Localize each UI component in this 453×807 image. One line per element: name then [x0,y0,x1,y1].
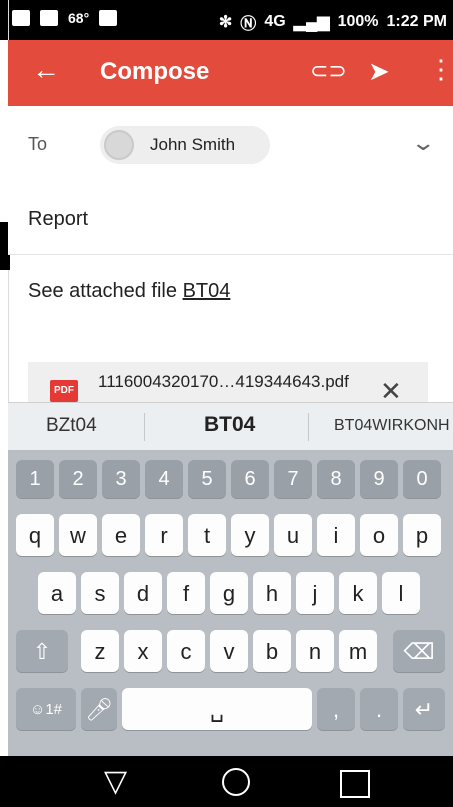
microphone-key-icon[interactable]: 🎤︎ [81,688,117,730]
symbols-key[interactable]: ☺1# [16,688,76,730]
period-key[interactable]: . [360,688,398,730]
key-4[interactable]: 4 [145,460,183,498]
key-d[interactable]: d [124,572,162,614]
body-text: See attached file [28,280,183,302]
key-x[interactable]: x [124,630,162,672]
send-icon[interactable]: ➤ [368,56,390,87]
key-h[interactable]: h [253,572,291,614]
nfc-icon: Ⓝ [240,16,257,33]
key-b[interactable]: b [253,630,291,672]
divider [308,413,309,441]
key-y[interactable]: y [231,514,269,556]
image-notification-icon [40,10,58,26]
key-3[interactable]: 3 [102,460,140,498]
status-right: ✻ Ⓝ 4G ▂▄▆ 100% 1:22 PM [219,10,447,34]
key-8[interactable]: 8 [317,460,355,498]
shift-key-icon[interactable]: ⇧ [16,630,68,672]
backspace-key-icon[interactable]: ⌫ [393,630,445,672]
key-m[interactable]: m [339,630,377,672]
key-o[interactable]: o [360,514,398,556]
attachment-name: 1116004320170…419344643.pdf [98,372,349,391]
keyboard: 1 2 3 4 5 6 7 8 9 0 q w e r t y u i o p … [8,450,453,756]
nav-recents-icon[interactable] [340,770,370,798]
to-label: To [28,134,48,154]
suggestion-bar: BZt04 BT04 BT04WIRKONH [8,402,453,451]
paperclip-icon[interactable]: ⊂⊃ [310,58,347,84]
to-row[interactable]: To John Smith ⌄ [8,106,453,185]
space-key[interactable]: ␣ [122,688,312,730]
comma-key[interactable]: , [317,688,355,730]
clock: 1:22 PM [386,13,447,30]
key-e[interactable]: e [102,514,140,556]
gmail-notification-icon [12,10,30,26]
key-i[interactable]: i [317,514,355,556]
subject-field[interactable]: Report [8,184,453,255]
nav-home-icon[interactable] [222,768,250,796]
recipient-name: John Smith [150,135,236,154]
avatar [104,130,134,160]
key-z[interactable]: z [81,630,119,672]
key-u[interactable]: u [274,514,312,556]
app-bar: ← Compose ⊂⊃ ➤ ⋮ [8,40,453,106]
temperature: 68° [68,10,90,26]
key-9[interactable]: 9 [360,460,398,498]
key-j[interactable]: j [296,572,334,614]
divider [144,413,145,441]
key-t[interactable]: t [188,514,226,556]
nav-back-icon[interactable]: ▽ [104,764,127,799]
network-type: 4G [264,13,286,30]
pdf-icon: PDF [50,380,78,402]
status-left: 68° [12,10,118,26]
key-s[interactable]: s [81,572,119,614]
more-vert-icon[interactable]: ⋮ [428,54,453,85]
key-q[interactable]: q [16,514,54,556]
status-bar: 68° ✻ Ⓝ 4G ▂▄▆ 100% 1:22 PM [0,0,453,40]
subject-text: Report [28,208,89,230]
key-c[interactable]: c [167,630,205,672]
video-notification-icon [99,10,118,26]
key-g[interactable]: g [210,572,248,614]
key-0[interactable]: 0 [403,460,441,498]
battery-level: 100% [337,13,379,30]
key-7[interactable]: 7 [274,460,312,498]
page-title: Compose [100,58,210,85]
key-f[interactable]: f [167,572,205,614]
key-l[interactable]: l [382,572,420,614]
chevron-down-icon[interactable]: ⌄ [410,130,436,156]
key-n[interactable]: n [296,630,334,672]
body-current-word: BT04 [182,280,231,302]
suggestion-1[interactable]: BZt04 [46,415,97,437]
suggestion-3[interactable]: BT04WIRKONH [334,417,450,435]
key-v[interactable]: v [210,630,248,672]
key-2[interactable]: 2 [59,460,97,498]
body-field[interactable]: See attached file BT04 [28,280,230,303]
recipient-chip[interactable]: John Smith [100,126,270,164]
enter-key-icon[interactable]: ↵ [403,688,445,730]
attachment-card[interactable]: PDF 1116004320170…419344643.pdf ✕ [28,362,428,406]
key-w[interactable]: w [59,514,97,556]
key-1[interactable]: 1 [16,460,54,498]
key-a[interactable]: a [38,572,76,614]
suggestion-2[interactable]: BT04 [204,413,255,437]
key-5[interactable]: 5 [188,460,226,498]
back-arrow-icon[interactable]: ← [32,54,60,86]
signal-icon: ▂▄▆ [293,14,330,31]
key-k[interactable]: k [339,572,377,614]
navigation-bar: ▽ [0,756,453,807]
key-6[interactable]: 6 [231,460,269,498]
key-p[interactable]: p [403,514,441,556]
key-r[interactable]: r [145,514,183,556]
bluetooth-icon: ✻ [218,14,233,31]
